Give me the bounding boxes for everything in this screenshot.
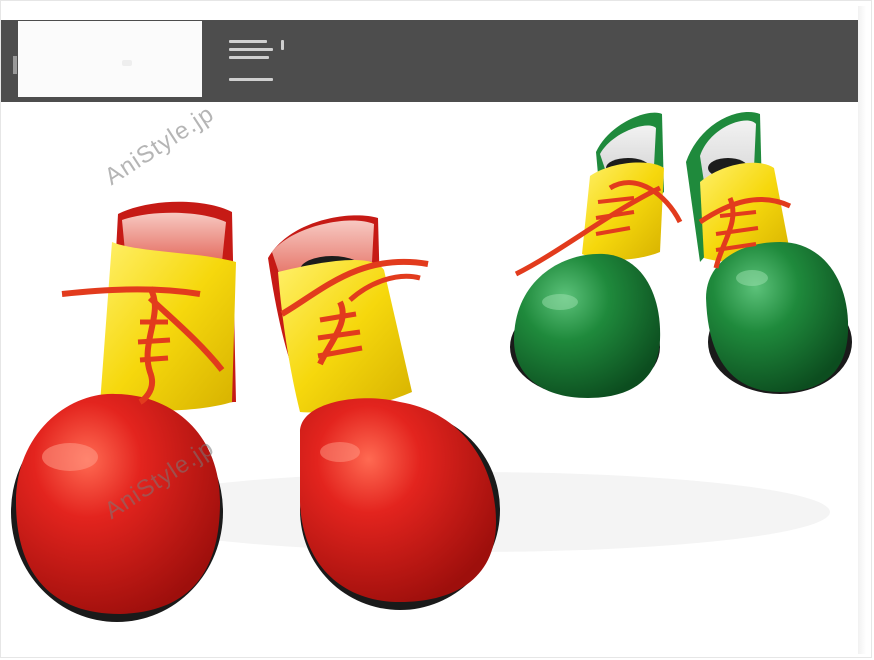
image-frame — [0, 0, 872, 658]
frame-shadow — [858, 6, 866, 654]
